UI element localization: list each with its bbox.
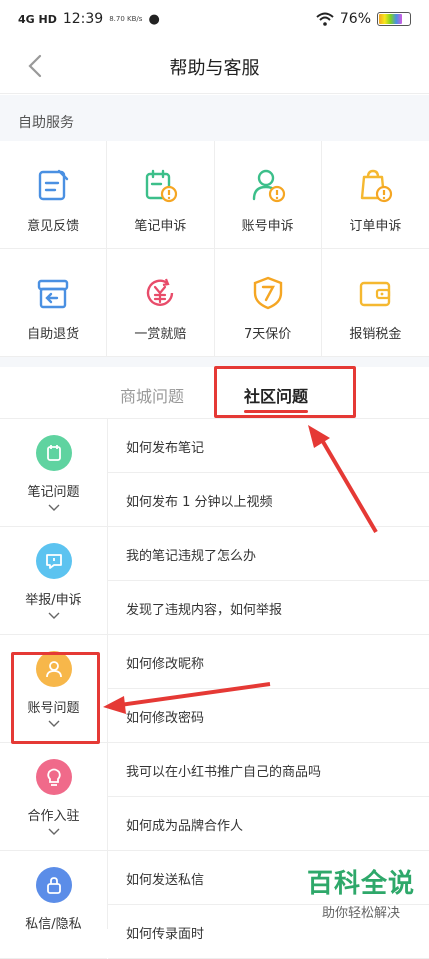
service-account-appeal[interactable]: 账号申诉 xyxy=(215,141,322,249)
status-bar: 4G HD 12:39 8.70 KB/s ● 76% xyxy=(0,0,429,38)
page-title: 帮助与客服 xyxy=(0,54,429,80)
service-price-protect[interactable]: 7天保价 xyxy=(215,249,322,357)
question-item[interactable]: 如何发布 1 分钟以上视频 xyxy=(108,473,429,527)
chevron-down-icon xyxy=(48,828,60,836)
question-item[interactable]: 我的笔记违规了怎么办 xyxy=(108,527,429,581)
chevron-down-icon xyxy=(48,612,60,620)
order-appeal-icon xyxy=(357,167,393,203)
wallet-icon xyxy=(357,275,393,311)
service-label: 一赏就赔 xyxy=(134,323,186,342)
feedback-icon xyxy=(35,167,71,203)
service-return[interactable]: 自助退货 xyxy=(0,249,107,357)
compensation-icon xyxy=(142,275,178,311)
signal-indicator: 4G HD xyxy=(18,13,57,26)
return-icon xyxy=(35,275,71,311)
header: 帮助与客服 xyxy=(0,38,429,94)
note-icon xyxy=(36,435,72,471)
network-speed: 8.70 KB/s xyxy=(109,15,142,23)
self-service-section-label: 自助服务 xyxy=(0,95,429,141)
category-note[interactable]: 笔记问题 xyxy=(0,419,107,527)
highlight-box-tab xyxy=(214,366,356,418)
question-item[interactable]: 如何修改昵称 xyxy=(108,635,429,689)
category-label: 举报/申诉 xyxy=(25,589,81,608)
status-time: 12:39 xyxy=(63,11,103,27)
service-order-appeal[interactable]: 订单申诉 xyxy=(322,141,429,249)
service-label: 7天保价 xyxy=(244,323,291,342)
lock-icon xyxy=(36,867,72,903)
watermark: 百科全说 助你轻松解决 xyxy=(307,863,415,921)
service-label: 账号申诉 xyxy=(242,215,294,234)
tab-mall-questions[interactable]: 商城问题 xyxy=(120,383,184,407)
report-icon xyxy=(36,543,72,579)
category-label: 合作入驻 xyxy=(27,805,79,824)
question-item[interactable]: 如何发布笔记 xyxy=(108,419,429,473)
question-item[interactable]: 如何成为品牌合作人 xyxy=(108,797,429,851)
service-label: 订单申诉 xyxy=(349,215,401,234)
wifi-icon xyxy=(316,12,334,26)
question-item[interactable]: 我可以在小红书推广自己的商品吗 xyxy=(108,743,429,797)
service-label: 报销税金 xyxy=(349,323,401,342)
service-label: 自助退货 xyxy=(27,323,79,342)
category-label: 笔记问题 xyxy=(27,481,79,500)
note-appeal-icon xyxy=(142,167,178,203)
self-service-grid: 意见反馈 笔记申诉 账号申诉 订单申诉 xyxy=(0,141,429,357)
price-protect-icon xyxy=(250,275,286,311)
battery-percent: 76% xyxy=(340,11,371,27)
category-privacy[interactable]: 私信/隐私 xyxy=(0,851,107,959)
service-note-appeal[interactable]: 笔记申诉 xyxy=(107,141,214,249)
service-compensation[interactable]: 一赏就赔 xyxy=(107,249,214,357)
question-item[interactable]: 发现了违规内容，如何举报 xyxy=(108,581,429,635)
highlight-box-category xyxy=(11,652,100,744)
bulb-icon xyxy=(36,759,72,795)
battery-icon xyxy=(377,12,411,26)
category-cooperation[interactable]: 合作入驻 xyxy=(0,743,107,851)
service-label: 笔记申诉 xyxy=(134,215,186,234)
account-appeal-icon xyxy=(250,167,286,203)
category-report[interactable]: 举报/申诉 xyxy=(0,527,107,635)
chevron-down-icon xyxy=(48,504,60,512)
watermark-title: 百科全说 xyxy=(307,863,415,900)
watermark-subtitle: 助你轻松解决 xyxy=(307,902,415,921)
service-feedback[interactable]: 意见反馈 xyxy=(0,141,107,249)
service-reimburse[interactable]: 报销税金 xyxy=(322,249,429,357)
service-label: 意见反馈 xyxy=(27,215,79,234)
wechat-icon: ● xyxy=(148,12,159,27)
category-label: 私信/隐私 xyxy=(25,913,81,932)
question-item[interactable]: 如何修改密码 xyxy=(108,689,429,743)
